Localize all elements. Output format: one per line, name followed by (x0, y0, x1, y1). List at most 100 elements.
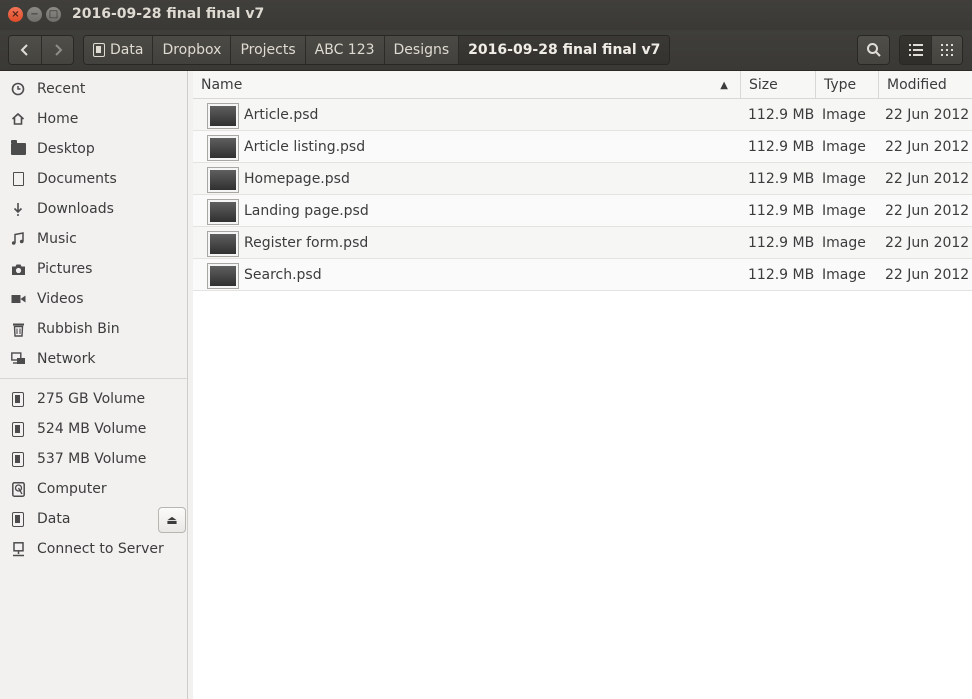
drive-icon (10, 391, 26, 407)
file-type: Image (822, 171, 866, 187)
sidebar-item-volume-275gb[interactable]: 275 GB Volume (0, 385, 187, 413)
sidebar-item-pictures[interactable]: Pictures (0, 255, 187, 283)
window-title: 2016-09-28 final final v7 (72, 6, 265, 22)
search-button[interactable] (858, 36, 889, 64)
file-type: Image (822, 139, 866, 155)
minimize-window-button[interactable]: − (27, 7, 42, 22)
breadcrumb-projects[interactable]: Projects (230, 36, 305, 64)
column-type[interactable]: Type (816, 71, 879, 99)
file-size: 112.9 MB (748, 107, 815, 123)
file-size: 112.9 MB (748, 203, 815, 219)
image-thumbnail-icon (207, 167, 239, 193)
drive-icon (93, 43, 105, 57)
video-icon (10, 291, 26, 307)
sidebar-item-computer[interactable]: Computer (0, 475, 187, 503)
sidebar-item-desktop[interactable]: Desktop (0, 135, 187, 163)
file-modified: 22 Jun 2012 (885, 171, 970, 187)
sidebar-item-home[interactable]: Home (0, 105, 187, 133)
close-window-button[interactable]: × (8, 7, 23, 22)
sidebar-item-downloads[interactable]: Downloads (0, 195, 187, 223)
eject-button[interactable]: ⏏ (158, 507, 186, 533)
back-button[interactable] (9, 36, 41, 64)
file-name: Search.psd (244, 267, 322, 283)
breadcrumb-designs[interactable]: Designs (383, 36, 459, 64)
grid-view-icon (941, 44, 953, 56)
sidebar-item-videos[interactable]: Videos (0, 285, 187, 313)
forward-button[interactable] (41, 36, 73, 64)
title-bar: × − □ 2016-09-28 final final v7 (0, 0, 972, 30)
breadcrumb-label: Projects (240, 42, 296, 58)
breadcrumb-label: 2016-09-28 final final v7 (468, 42, 661, 58)
sidebar-item-label: Desktop (37, 141, 95, 157)
breadcrumb-label: ABC 123 (314, 42, 375, 58)
drive-icon (10, 451, 26, 467)
sidebar-item-label: Rubbish Bin (37, 321, 120, 337)
breadcrumb-abc-123[interactable]: ABC 123 (304, 36, 384, 64)
list-view-button[interactable] (900, 36, 931, 64)
sidebar-item-network[interactable]: Network (0, 345, 187, 373)
sidebar-item-rubbish-bin[interactable]: Rubbish Bin (0, 315, 187, 343)
table-row[interactable]: Search.psd 112.9 MB Image 22 Jun 2012 (193, 259, 972, 291)
trash-icon (10, 321, 26, 337)
sidebar-item-documents[interactable]: Documents (0, 165, 187, 193)
breadcrumb: Data Dropbox Projects ABC 123 Designs 20… (83, 35, 671, 65)
sidebar-item-label: Downloads (37, 201, 114, 217)
image-thumbnail-icon (207, 263, 239, 289)
sidebar-item-label: Videos (37, 291, 84, 307)
sidebar-item-volume-537mb[interactable]: 537 MB Volume (0, 445, 187, 473)
home-icon (10, 111, 26, 127)
grid-view-button[interactable] (931, 36, 962, 64)
file-type: Image (822, 267, 866, 283)
image-thumbnail-icon (207, 231, 239, 257)
history-nav (8, 35, 74, 65)
sidebar-item-connect-to-server[interactable]: Connect to Server (0, 535, 187, 563)
breadcrumb-label: Designs (393, 42, 450, 58)
breadcrumb-label: Data (110, 42, 144, 58)
image-thumbnail-icon (207, 135, 239, 161)
breadcrumb-data[interactable]: Data (84, 36, 153, 64)
sidebar-item-label: 275 GB Volume (37, 391, 146, 407)
file-modified: 22 Jun 2012 (885, 107, 970, 123)
table-row[interactable]: Article.psd 112.9 MB Image 22 Jun 2012 (193, 99, 972, 131)
file-name: Homepage.psd (244, 171, 350, 187)
sidebar-item-label: Documents (37, 171, 117, 187)
view-mode-group (899, 35, 963, 65)
column-modified[interactable]: Modified (879, 71, 972, 99)
table-row[interactable]: Homepage.psd 112.9 MB Image 22 Jun 2012 (193, 163, 972, 195)
sidebar-item-recent[interactable]: Recent (0, 75, 187, 103)
maximize-window-button[interactable]: □ (46, 7, 61, 22)
column-label: Size (749, 77, 778, 93)
sidebar-item-volume-524mb[interactable]: 524 MB Volume (0, 415, 187, 443)
file-name: Article.psd (244, 107, 319, 123)
toolbar: Data Dropbox Projects ABC 123 Designs 20… (0, 30, 972, 71)
table-row[interactable]: Register form.psd 112.9 MB Image 22 Jun … (193, 227, 972, 259)
table-row[interactable]: Article listing.psd 112.9 MB Image 22 Ju… (193, 131, 972, 163)
image-thumbnail-icon (207, 199, 239, 225)
breadcrumb-current-folder[interactable]: 2016-09-28 final final v7 (458, 36, 670, 64)
search-group (857, 35, 890, 65)
sidebar-item-label: Network (37, 351, 96, 367)
breadcrumb-dropbox[interactable]: Dropbox (152, 36, 231, 64)
file-size: 112.9 MB (748, 235, 815, 251)
sidebar-item-music[interactable]: Music (0, 225, 187, 253)
sidebar-item-label: Pictures (37, 261, 93, 277)
column-header: Name ▲ Size Type Modified (193, 71, 972, 99)
file-size: 112.9 MB (748, 267, 815, 283)
column-size[interactable]: Size (741, 71, 816, 99)
computer-icon (10, 481, 26, 497)
column-name[interactable]: Name ▲ (193, 71, 741, 99)
sidebar-item-label: Data (37, 511, 71, 527)
chevron-right-icon (54, 44, 62, 56)
column-label: Type (824, 77, 857, 93)
sidebar-item-label: Computer (37, 481, 107, 497)
drive-icon (10, 421, 26, 437)
table-row[interactable]: Landing page.psd 112.9 MB Image 22 Jun 2… (193, 195, 972, 227)
column-label: Modified (887, 77, 947, 93)
search-icon (866, 43, 881, 57)
file-modified: 22 Jun 2012 (885, 139, 970, 155)
file-name: Register form.psd (244, 235, 369, 251)
file-modified: 22 Jun 2012 (885, 203, 970, 219)
breadcrumb-label: Dropbox (162, 42, 222, 58)
column-label: Name (201, 77, 243, 93)
music-icon (10, 231, 26, 247)
